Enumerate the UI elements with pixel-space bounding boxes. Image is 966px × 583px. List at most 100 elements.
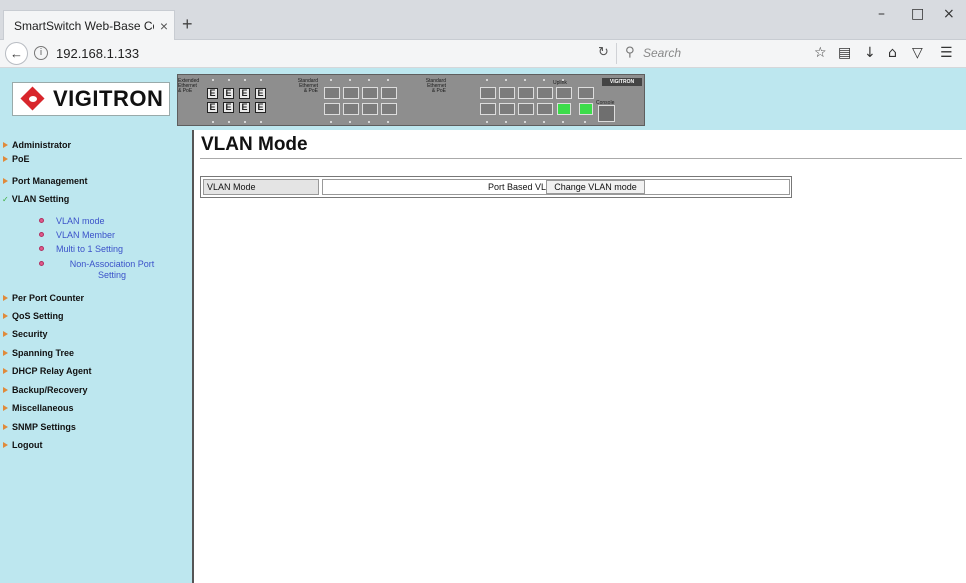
logo-diamond-icon — [21, 87, 45, 111]
title-divider — [200, 158, 962, 159]
ethernet-port-icon — [518, 87, 534, 99]
menu-arrow-icon — [3, 142, 8, 148]
browser-tab[interactable]: SmartSwitch Web-Base Controll × — [3, 10, 175, 41]
ethernet-port-icon — [324, 87, 340, 99]
menu-arrow-icon — [3, 295, 8, 301]
extended-port-icon: E — [255, 102, 266, 113]
sub-item-vlan-mode[interactable]: VLAN mode — [39, 216, 176, 227]
sidebar-item-backup-recovery[interactable]: Backup/Recovery — [2, 383, 88, 397]
ethernet-port-icon — [343, 87, 359, 99]
indicator-dot — [584, 121, 586, 123]
pocket-icon[interactable]: ▽ — [912, 45, 923, 61]
sidebar-item-administrator[interactable]: Administrator — [2, 138, 71, 152]
sidebar-item-label: Backup/Recovery — [12, 385, 88, 395]
console-port-icon — [598, 105, 615, 122]
expanded-check-icon: ✓ — [2, 194, 9, 204]
search-box: ⚲ — [616, 43, 803, 64]
vlan-mode-value-cell: Port Based VLAN Change VLAN mode — [322, 179, 790, 195]
bullet-icon — [39, 261, 44, 266]
sidebar-item-per-port-counter[interactable]: Per Port Counter — [2, 291, 84, 305]
sidebar-item-poe[interactable]: PoE — [2, 152, 30, 166]
indicator-dot — [524, 79, 526, 81]
home-icon[interactable]: ⌂ — [888, 45, 897, 61]
new-tab-icon[interactable]: + — [182, 15, 193, 33]
tab-close-icon[interactable]: × — [160, 18, 168, 34]
page-header: VIGITRON Extended Ethernet & PoE Standar… — [0, 68, 966, 130]
indicator-dot — [368, 121, 370, 123]
sidebar-item-miscellaneous[interactable]: Miscellaneous — [2, 401, 74, 415]
indicator-dot — [228, 121, 230, 123]
panel-label-uplink: Uplink — [553, 80, 567, 86]
sub-item-vlan-member[interactable]: VLAN Member — [39, 230, 176, 241]
sidebar-item-qos-setting[interactable]: QoS Setting — [2, 309, 64, 323]
sidebar-item-logout[interactable]: Logout — [2, 438, 43, 452]
change-vlan-mode-button[interactable]: Change VLAN mode — [546, 180, 645, 194]
reload-icon[interactable]: ↻ — [598, 45, 609, 60]
browser-window: SmartSwitch Web-Base Controll × + – □ × … — [0, 0, 966, 583]
bullet-icon — [39, 232, 44, 237]
tab-strip: SmartSwitch Web-Base Controll × + – □ × — [0, 0, 966, 41]
ethernet-port-icon — [381, 103, 397, 115]
sub-item-label: Multi to 1 Setting — [56, 244, 124, 254]
panel-label-standard-poe: Standard Ethernet & PoE — [297, 78, 318, 94]
bullet-icon — [39, 218, 44, 223]
menu-arrow-icon — [3, 405, 8, 411]
sub-item-label: Non-Association Port Setting — [69, 259, 155, 280]
nav-bar: ← i 192.168.1.133 ↻ ⚲ ☆ ▤ ↓ ⌂ ▽ ☰ — [0, 40, 966, 68]
extended-port-icon: E — [223, 88, 234, 99]
sidebar-item-vlan-setting[interactable]: ✓ VLAN Setting — [2, 192, 69, 206]
extended-port-icon: E — [223, 102, 234, 113]
sidebar-item-label: PoE — [12, 154, 30, 164]
menu-hamburger-icon[interactable]: ☰ — [940, 45, 953, 61]
sub-item-non-association-port[interactable]: Non-Association Port Setting — [39, 259, 176, 281]
url-bar[interactable]: 192.168.1.133 — [56, 46, 139, 61]
uplink-port-icon — [578, 87, 594, 99]
ethernet-port-icon — [362, 103, 378, 115]
sidebar-item-security[interactable]: Security — [2, 327, 48, 341]
menu-arrow-icon — [3, 442, 8, 448]
indicator-dot — [543, 79, 545, 81]
ethernet-port-icon — [362, 87, 378, 99]
search-input[interactable] — [643, 44, 793, 62]
sub-item-label: VLAN Member — [56, 230, 116, 240]
reading-list-icon[interactable]: ▤ — [838, 45, 851, 61]
sidebar-item-label: DHCP Relay Agent — [12, 366, 92, 376]
indicator-dot — [543, 121, 545, 123]
extended-port-icon: E — [239, 102, 250, 113]
sidebar-item-label: Security — [12, 329, 48, 339]
indicator-dot — [486, 121, 488, 123]
indicator-dot — [524, 121, 526, 123]
sidebar-item-label: Administrator — [12, 140, 72, 150]
download-icon[interactable]: ↓ — [864, 45, 876, 61]
close-window-icon[interactable]: × — [943, 6, 955, 22]
indicator-dot — [212, 121, 214, 123]
indicator-dot — [244, 121, 246, 123]
indicator-dot — [228, 79, 230, 81]
sidebar-item-spanning-tree[interactable]: Spanning Tree — [2, 346, 74, 360]
panel-label-extended: Extended Ethernet & PoE — [178, 78, 200, 94]
sidebar-item-snmp-settings[interactable]: SNMP Settings — [2, 420, 76, 434]
ethernet-port-icon — [518, 103, 534, 115]
indicator-dot — [368, 79, 370, 81]
minimize-icon[interactable]: – — [878, 6, 885, 22]
ethernet-port-icon — [499, 103, 515, 115]
sidebar-item-label: Per Port Counter — [12, 293, 85, 303]
ethernet-port-icon — [537, 103, 553, 115]
back-arrow-icon[interactable]: ← — [5, 42, 28, 65]
search-icon: ⚲ — [625, 45, 635, 60]
sidebar-item-dhcp-relay-agent[interactable]: DHCP Relay Agent — [2, 364, 92, 378]
info-icon[interactable]: i — [34, 46, 48, 60]
sidebar-item-label: Logout — [12, 440, 43, 450]
main-content: VLAN Mode VLAN Mode Port Based VLAN Chan… — [196, 130, 966, 583]
sub-item-multi-to-1[interactable]: Multi to 1 Setting — [39, 244, 176, 255]
extended-port-icon: E — [255, 88, 266, 99]
ethernet-port-icon — [499, 87, 515, 99]
sidebar-item-label: QoS Setting — [12, 311, 64, 321]
menu-arrow-icon — [3, 368, 8, 374]
sidebar-item-port-management[interactable]: Port Management — [2, 174, 88, 188]
panel-label-standard-poe-2: Standard Ethernet & PoE — [425, 78, 446, 94]
bookmark-star-icon[interactable]: ☆ — [814, 45, 827, 61]
maximize-icon[interactable]: □ — [911, 6, 924, 22]
indicator-dot — [349, 121, 351, 123]
indicator-dot — [260, 121, 262, 123]
